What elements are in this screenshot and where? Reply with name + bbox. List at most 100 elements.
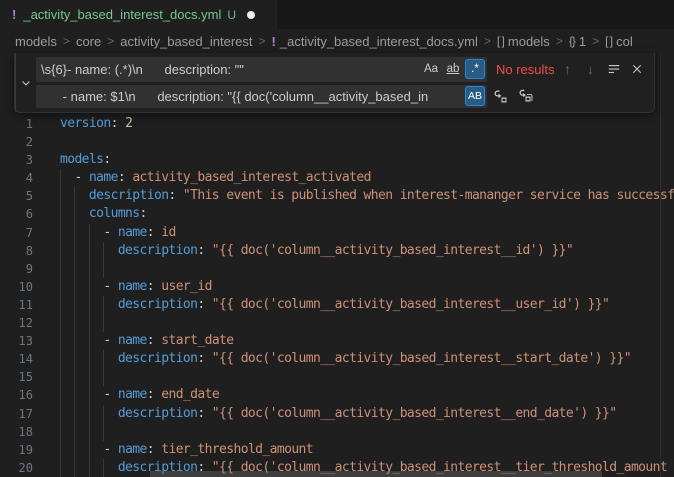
breadcrumb-label: 1: [579, 34, 586, 49]
yaml-file-icon: !: [12, 7, 16, 22]
tab-title: _activity_based_interest_docs.yml: [23, 7, 221, 22]
breadcrumb-item[interactable]: [ ] models: [497, 34, 550, 49]
replace-value-text: - name: $1\n description: "{{ doc('colum…: [41, 89, 463, 104]
find-query-text: \s{6}- name: (.*)\n description: "": [41, 62, 419, 77]
line-number[interactable]: 9: [0, 260, 33, 278]
breadcrumb-label: _activity_based_interest_docs.yml: [280, 34, 478, 49]
breadcrumb-label: col: [616, 34, 633, 49]
code-line[interactable]: 14 description: "{{ doc('column__activit…: [0, 350, 674, 368]
close-find-button[interactable]: [625, 58, 648, 81]
indent-guide: [60, 423, 61, 441]
breadcrumb-item[interactable]: models: [15, 34, 57, 49]
code-line[interactable]: 13 - name: start_date: [0, 332, 674, 350]
toggle-replace-button[interactable]: [15, 53, 36, 112]
replace-icon: [493, 88, 509, 104]
line-number[interactable]: 14: [0, 350, 33, 368]
code-text: description: "{{ doc('column__activity_b…: [60, 242, 573, 260]
code-line[interactable]: 16 - name: end_date: [0, 386, 674, 404]
modified-dot-icon[interactable]: [247, 11, 255, 19]
symbol-array-icon: [ ]: [497, 34, 504, 48]
line-number[interactable]: 2: [0, 133, 33, 151]
tab-bar: ! _activity_based_interest_docs.yml U: [0, 0, 674, 29]
code-line[interactable]: 11 description: "{{ doc('column__activit…: [0, 296, 674, 314]
code-line[interactable]: 8 description: "{{ doc('column__activity…: [0, 242, 674, 260]
line-number[interactable]: 11: [0, 296, 33, 314]
code-line[interactable]: 9: [0, 260, 674, 278]
line-number[interactable]: 19: [0, 441, 33, 459]
code-line[interactable]: 2: [0, 133, 674, 151]
code-line[interactable]: 10 - name: user_id: [0, 278, 674, 296]
line-number[interactable]: 4: [0, 169, 33, 187]
filter-lines-icon: [607, 62, 621, 76]
code-text: - name: tier_threshold_amount: [60, 441, 313, 459]
code-text: - name: start_date: [60, 332, 234, 350]
line-number[interactable]: 20: [0, 459, 33, 477]
indent-guide: [103, 368, 104, 386]
breadcrumb-item[interactable]: !_activity_based_interest_docs.yml: [272, 34, 478, 49]
replace-all-button[interactable]: [515, 85, 537, 107]
line-number[interactable]: 17: [0, 405, 33, 423]
replace-button[interactable]: [490, 85, 512, 107]
line-number[interactable]: 15: [0, 368, 33, 386]
vscode-window: ! _activity_based_interest_docs.yml U mo…: [0, 0, 674, 477]
line-number[interactable]: 18: [0, 423, 33, 441]
code-line[interactable]: 3 models:: [0, 151, 674, 169]
chevron-down-icon: [20, 77, 32, 89]
replace-all-icon: [518, 88, 534, 104]
indent-guide: [74, 260, 75, 278]
line-number[interactable]: 7: [0, 224, 33, 242]
indent-guide: [74, 314, 75, 332]
breadcrumb-separator-icon: >: [556, 34, 563, 48]
code-line[interactable]: 19 - name: tier_threshold_amount: [0, 441, 674, 459]
code-line[interactable]: 18: [0, 423, 674, 441]
code-line[interactable]: 12: [0, 314, 674, 332]
code-line[interactable]: 7 - name: id: [0, 224, 674, 242]
indent-guide: [60, 314, 61, 332]
code-line[interactable]: 15: [0, 368, 674, 386]
code-line[interactable]: 4 - name: activity_based_interest_activa…: [0, 169, 674, 187]
code-line[interactable]: 5 description: "This event is published …: [0, 187, 674, 205]
find-previous-button[interactable]: ↑: [556, 58, 579, 81]
code-line[interactable]: 17 description: "{{ doc('column__activit…: [0, 405, 674, 423]
line-number[interactable]: 5: [0, 187, 33, 205]
line-number[interactable]: 16: [0, 386, 33, 404]
line-number[interactable]: 13: [0, 332, 33, 350]
indent-guide: [103, 314, 104, 332]
breadcrumb-label: activity_based_interest: [120, 34, 252, 49]
match-case-button[interactable]: Aa: [421, 59, 441, 79]
replace-input[interactable]: - name: $1\n description: "{{ doc('colum…: [36, 85, 487, 108]
breadcrumb-item[interactable]: activity_based_interest: [120, 34, 252, 49]
breadcrumb-item[interactable]: {}1: [569, 34, 586, 49]
breadcrumb-item[interactable]: [ ]col: [605, 34, 633, 49]
line-number[interactable]: 3: [0, 151, 33, 169]
code-line[interactable]: 1version: 2: [0, 115, 674, 133]
line-number[interactable]: 8: [0, 242, 33, 260]
code-text: description: "{{ doc('column__activity_b…: [60, 350, 631, 368]
indent-guide: [74, 368, 75, 386]
preserve-case-button[interactable]: AB: [465, 86, 485, 106]
code-text: models:: [60, 151, 111, 169]
line-number[interactable]: 12: [0, 314, 33, 332]
find-in-selection-button[interactable]: [602, 58, 625, 81]
breadcrumb-separator-icon: >: [592, 34, 599, 48]
breadcrumb-label: models: [508, 34, 550, 49]
indent-guide: [60, 368, 61, 386]
whole-word-button[interactable]: ab: [443, 59, 463, 79]
code-text: - name: activity_based_interest_activate…: [60, 169, 371, 187]
indent-guide: [89, 260, 90, 278]
line-number[interactable]: 6: [0, 205, 33, 223]
find-input[interactable]: \s{6}- name: (.*)\n description: "" Aa a…: [36, 57, 487, 82]
horizontal-scrollbar[interactable]: [150, 471, 602, 477]
tab-active[interactable]: ! _activity_based_interest_docs.yml U: [0, 0, 277, 29]
vertical-scrollbar[interactable]: [660, 53, 661, 477]
indent-guide: [89, 423, 90, 441]
line-number[interactable]: 10: [0, 278, 33, 296]
code-line[interactable]: 6 columns:: [0, 205, 674, 223]
find-next-button[interactable]: ↓: [579, 58, 602, 81]
regex-button[interactable]: .*: [465, 59, 485, 79]
breadcrumb-item[interactable]: core: [76, 34, 101, 49]
line-number[interactable]: 1: [0, 115, 33, 133]
code-text: description: "{{ doc('column__activity_b…: [60, 405, 617, 423]
code-text: - name: id: [60, 224, 176, 242]
editor[interactable]: 1version: 223models:4 - name: activity_b…: [0, 53, 674, 477]
